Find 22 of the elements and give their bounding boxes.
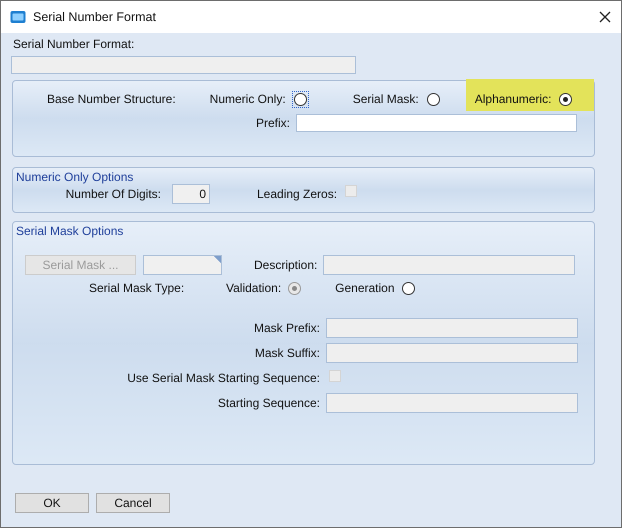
radio-label: Alphanumeric:: [474, 92, 552, 106]
field-label: Leading Zeros:: [257, 187, 338, 201]
field-label: Mask Prefix:: [252, 320, 320, 334]
field-label: Serial Mask Type:: [89, 281, 186, 295]
number-field[interactable]: 0: [172, 184, 210, 204]
radio-label: Generation: [335, 281, 395, 295]
field-label: Serial Number Format:: [13, 37, 136, 51]
field-label: Prefix:: [254, 116, 290, 130]
field-label: Description:: [254, 258, 318, 272]
field-label: Number Of Digits:: [64, 187, 161, 201]
group-title: Serial Mask Options: [16, 224, 124, 238]
window-title: Serial Number Format: [33, 10, 157, 24]
ok-button[interactable]: OK: [15, 493, 89, 513]
cancel-button[interactable]: Cancel: [96, 493, 170, 513]
radio-label: Serial Mask:: [352, 92, 419, 106]
field-label: Base Number Structure:: [46, 92, 176, 106]
field-label: Mask Suffix:: [254, 346, 320, 360]
group-title: Numeric Only Options: [16, 170, 134, 184]
field-label: Starting Sequence:: [216, 396, 320, 410]
radio-label: Numeric Only:: [210, 92, 286, 106]
radio-label: Validation:: [226, 281, 282, 295]
field-label: Use Serial Mask Starting Sequence:: [126, 370, 320, 384]
